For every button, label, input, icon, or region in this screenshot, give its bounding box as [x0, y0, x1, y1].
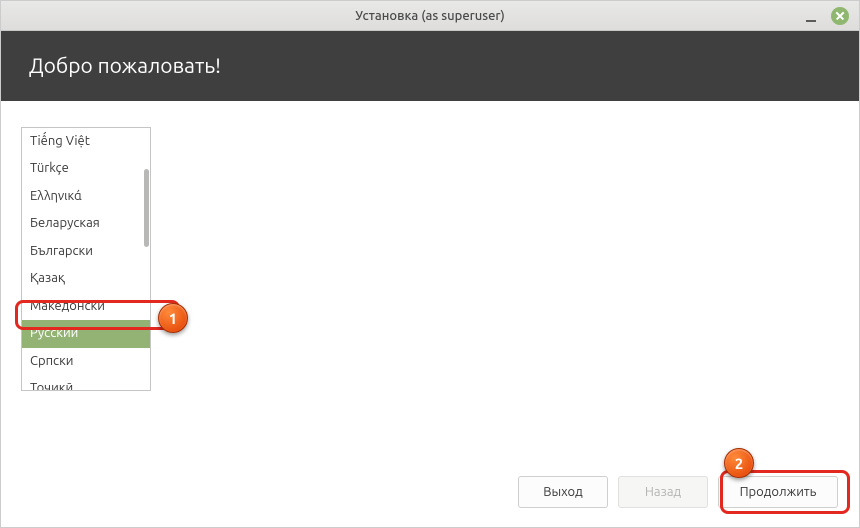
language-item[interactable]: Türkçe	[22, 155, 150, 182]
language-item[interactable]: Ελληνικά	[22, 183, 150, 210]
scrollbar-thumb[interactable]	[144, 169, 149, 247]
window-controls	[805, 7, 849, 25]
annotation-marker-2: 2	[724, 448, 754, 478]
annotation-marker-1: 1	[158, 303, 188, 333]
language-list[interactable]: Tiếng Việt Türkçe Ελληνικά Беларуская Бъ…	[21, 127, 151, 391]
back-button: Назад	[618, 476, 708, 508]
language-item[interactable]: Български	[22, 238, 150, 265]
content-area: Tiếng Việt Türkçe Ελληνικά Беларуская Бъ…	[1, 101, 859, 463]
titlebar: Установка (as superuser)	[1, 1, 859, 31]
window-title: Установка (as superuser)	[1, 9, 859, 23]
language-item-selected[interactable]: Русский	[22, 320, 150, 347]
language-item[interactable]: Српски	[22, 348, 150, 375]
language-item[interactable]: Македонски	[22, 293, 150, 320]
quit-button[interactable]: Выход	[518, 476, 608, 508]
minimize-button[interactable]	[805, 10, 817, 22]
button-row: Выход Назад Продолжить	[518, 476, 838, 508]
language-item[interactable]: Тоҷикӣ	[22, 375, 150, 391]
language-item[interactable]: Беларуская	[22, 210, 150, 237]
language-item[interactable]: Tiếng Việt	[22, 128, 150, 155]
welcome-heading: Добро пожаловать!	[29, 53, 831, 77]
close-button[interactable]	[831, 7, 849, 25]
continue-button[interactable]: Продолжить	[718, 476, 838, 508]
scrollbar-track[interactable]	[144, 129, 149, 389]
header-band: Добро пожаловать!	[1, 31, 859, 101]
language-item[interactable]: Қазақ	[22, 265, 150, 292]
